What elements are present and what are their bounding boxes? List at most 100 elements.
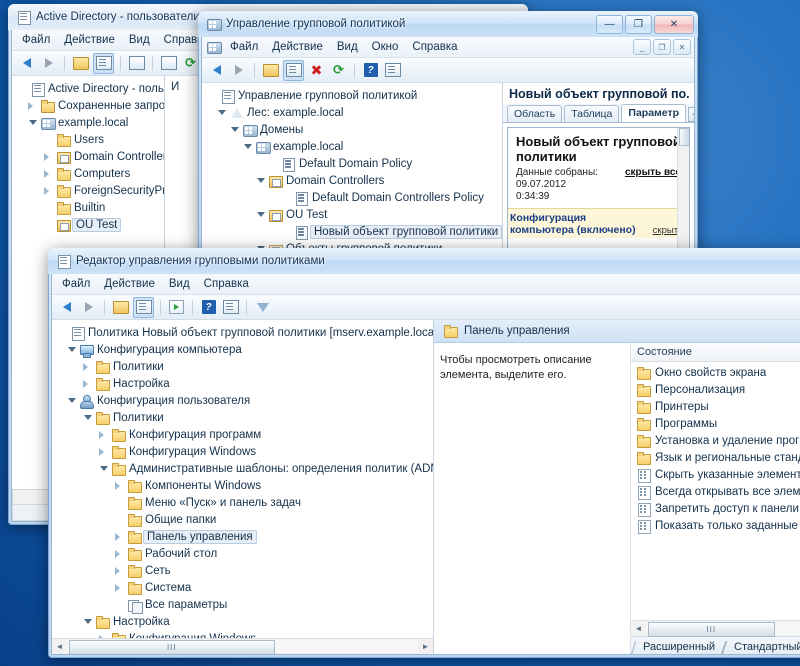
tree-node-ou-test[interactable]: OU Test [16,216,162,233]
list-body[interactable]: Окно свойств экрана Персонализация Принт… [631,362,800,620]
tree-expander[interactable] [113,583,126,592]
forward-arrow-icon[interactable] [229,61,248,80]
mdi-minimize-button[interactable]: _ [633,39,651,55]
list-item[interactable]: Принтеры [631,398,800,415]
tree-node[interactable]: Рабочий стол [56,545,431,562]
gpmc-report[interactable]: Новый объект групповой политики Данные с… [507,127,690,253]
tree-node[interactable]: Builtin [16,199,162,216]
tree-node[interactable]: Меню «Пуск» и панель задач [56,494,431,511]
scroll-left-icon[interactable]: ◄ [52,640,67,654]
properties-icon[interactable] [383,61,402,80]
tree-expander[interactable] [113,481,126,490]
tree-node[interactable]: Default Domain Policy [206,155,500,172]
ad-tree[interactable]: Active Directory - пользователи Сохранен… [12,76,164,233]
mdi-restore-button[interactable]: ❐ [653,39,671,55]
scrollbar-track[interactable]: III [67,640,418,654]
tab-settings[interactable]: Параметр [621,104,687,122]
tree-node[interactable]: Настройка [56,613,431,630]
tree-node[interactable]: Политики [56,358,431,375]
tree-node[interactable]: Политики [56,409,431,426]
gpmc-window-buttons[interactable]: — ❐ ✕ [596,14,694,34]
tree-node[interactable]: Домены [206,121,500,138]
gpmc-menu-window[interactable]: Окно [365,39,406,55]
export-list-icon[interactable] [167,298,186,317]
gpme-tree-pane[interactable]: Политика Новый объект групповой политики… [52,320,434,654]
tree-expander[interactable] [81,362,94,371]
back-arrow-icon[interactable] [17,54,36,73]
list-item[interactable]: Программы [631,415,800,432]
tree-node[interactable]: Настройка [56,375,431,392]
ad-menu-file[interactable]: Файл [15,32,57,48]
tree-expander[interactable] [254,178,267,183]
tree-node[interactable]: Административные шаблоны: определения по… [56,460,433,477]
gpme-titlebar[interactable]: Редактор управления групповыми политикам… [48,248,800,274]
list-item[interactable]: Показать только заданные элементь [631,517,800,534]
list-item[interactable]: Окно свойств экрана [631,364,800,381]
help-icon[interactable]: ? [199,298,218,317]
tree-node[interactable]: Политика Новый объект групповой политики… [56,324,433,341]
tree-expander[interactable] [113,549,126,558]
gpmc-menu-action[interactable]: Действие [265,39,330,55]
window-gpme[interactable]: Редактор управления групповыми политикам… [48,248,800,658]
list-item[interactable]: Установка и удаление программ [631,432,800,449]
tree-expander[interactable] [81,619,94,624]
hide-all-link[interactable]: скрыть все [625,167,681,178]
gpme-menu-file[interactable]: Файл [55,276,97,292]
gpmc-tree-pane[interactable]: Управление групповой политикой Лес: exam… [202,83,503,253]
window-gpmc[interactable]: Управление групповой политикой — ❐ ✕ Фай… [198,11,698,257]
tree-node-new-gpo[interactable]: Новый объект групповой политики [206,223,502,240]
tab-nav[interactable]: ◄ ► [688,107,694,122]
list-column-header[interactable]: Состояние [631,343,800,362]
tree-node[interactable]: example.local [206,138,500,155]
gpme-result-pane[interactable]: Панель управления Чтобы просмотреть опис… [434,320,800,654]
help-icon[interactable]: ? [361,61,380,80]
tree-node[interactable]: OU Test [206,206,500,223]
list-item[interactable]: Запретить доступ к панели управлен [631,500,800,517]
gpmc-menu-file[interactable]: Файл [223,39,265,55]
scroll-right-icon[interactable]: ► [418,640,433,654]
tree-expander[interactable] [228,127,241,132]
list-item[interactable]: Скрыть указанные элементы панели [631,466,800,483]
minimize-button[interactable]: — [596,14,623,34]
tree-expander[interactable] [81,415,94,420]
tree-node[interactable]: Система [56,579,431,596]
tree-node[interactable]: Computers [16,165,162,182]
copy-icon[interactable] [127,54,146,73]
tree-expander[interactable] [26,101,39,110]
tree-node[interactable]: Конфигурация компьютера [56,341,431,358]
maximize-button[interactable]: ❐ [625,14,652,34]
gpmc-tabstrip[interactable]: Область Таблица Параметр ◄ ► [503,104,694,123]
tree-node[interactable]: Domain Controllers [206,172,500,189]
page-tab-extended[interactable]: Расширенный [633,640,724,654]
gpme-items-list[interactable]: Состояние Окно свойств экрана Персонализ… [630,343,800,654]
tree-node[interactable]: Все параметры [56,596,431,614]
tree-expander[interactable] [42,169,55,178]
tree-expander[interactable] [254,212,267,217]
ad-menu-view[interactable]: Вид [122,32,157,48]
gpme-list-hscrollbar[interactable]: ◄ III ► [631,620,800,637]
tab-prev-icon[interactable]: ◄ [688,107,694,122]
gpmc-titlebar[interactable]: Управление групповой политикой — ❐ ✕ [198,11,698,37]
tree-expander[interactable] [42,186,55,195]
show-hide-tree-icon[interactable] [93,52,114,74]
back-arrow-icon[interactable] [207,61,226,80]
tree-node[interactable]: Конфигурация пользователя [56,392,431,409]
back-arrow-icon[interactable] [57,298,76,317]
list-item[interactable]: Всегда открывать все элементы пане [631,483,800,500]
tree-expander[interactable] [113,566,126,575]
gpme-page-tabs[interactable]: Расширенный Стандартный [631,636,800,654]
gpmc-mdi-buttons[interactable]: _ ❐ ✕ [633,39,691,55]
tree-expander[interactable] [241,144,254,149]
scrollbar-track[interactable]: III [646,622,800,637]
tree-node[interactable]: Default Domain Controllers Policy [206,189,500,206]
tree-node-control-panel[interactable]: Панель управления [56,528,431,545]
filter-icon[interactable] [253,298,272,317]
gpmc-menubar[interactable]: Файл Действие Вид Окно Справка _ ❐ ✕ [202,37,694,58]
view-list-icon[interactable] [159,54,178,73]
tree-node[interactable]: Управление групповой политикой [206,87,500,104]
tree-expander[interactable] [81,379,94,388]
gpme-menu-help[interactable]: Справка [197,276,256,292]
gpme-menu-view[interactable]: Вид [162,276,197,292]
tree-node[interactable]: Конфигурация Windows [56,443,431,460]
page-tab-standard[interactable]: Стандартный [724,640,800,654]
